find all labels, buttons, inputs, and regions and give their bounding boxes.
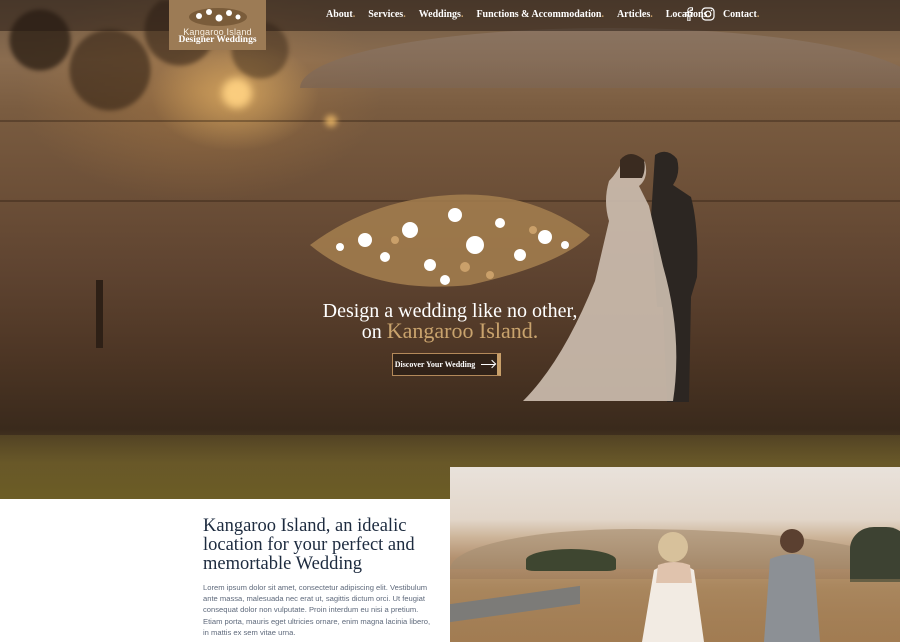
nav-item-functions[interactable]: Functions & Accommodation. [476, 9, 604, 20]
logo-flower-icon [189, 8, 247, 26]
photo-couple-figures [642, 529, 820, 642]
nav-item-weddings[interactable]: Weddings. [419, 9, 464, 20]
nav-item-about[interactable]: About. [326, 9, 355, 20]
nav-item-services[interactable]: Services. [368, 9, 406, 20]
intro-section: Kangaroo Island, an idealic location for… [203, 517, 433, 638]
hero-headline: Design a wedding like no other, on Kanga… [300, 301, 600, 342]
discover-wedding-button[interactable]: Discover Your Wedding [392, 353, 501, 376]
site-logo[interactable]: Kangaroo Island Designer Weddings [169, 0, 266, 50]
nav-item-contact[interactable]: Contact. [723, 9, 759, 20]
hero-section: Design a wedding like no other, on Kanga… [0, 0, 900, 499]
fence-post [96, 280, 103, 348]
nav-item-articles[interactable]: Articles. [617, 9, 653, 20]
intro-title: Kangaroo Island, an idealic location for… [203, 516, 415, 574]
lens-flare [325, 115, 337, 127]
logo-line2: Designer Weddings [178, 35, 257, 45]
floral-ornament [310, 194, 590, 287]
facebook-icon[interactable] [684, 7, 693, 22]
hero-headline-highlight: Kangaroo Island. [386, 318, 539, 343]
couple-walking-image [450, 467, 900, 642]
background-hills [300, 28, 900, 88]
hero-headline-prefix: on [361, 321, 387, 343]
arrow-right-icon [481, 364, 496, 365]
intro-body: Lorem ipsum dolor sit amet, consectetur … [203, 583, 431, 637]
photo-bush [526, 549, 616, 571]
social-links [684, 7, 715, 22]
discover-wedding-label: Discover Your Wedding [394, 360, 476, 369]
instagram-icon[interactable] [701, 7, 715, 21]
photo-trees [850, 527, 900, 582]
sun-flare [222, 78, 252, 108]
